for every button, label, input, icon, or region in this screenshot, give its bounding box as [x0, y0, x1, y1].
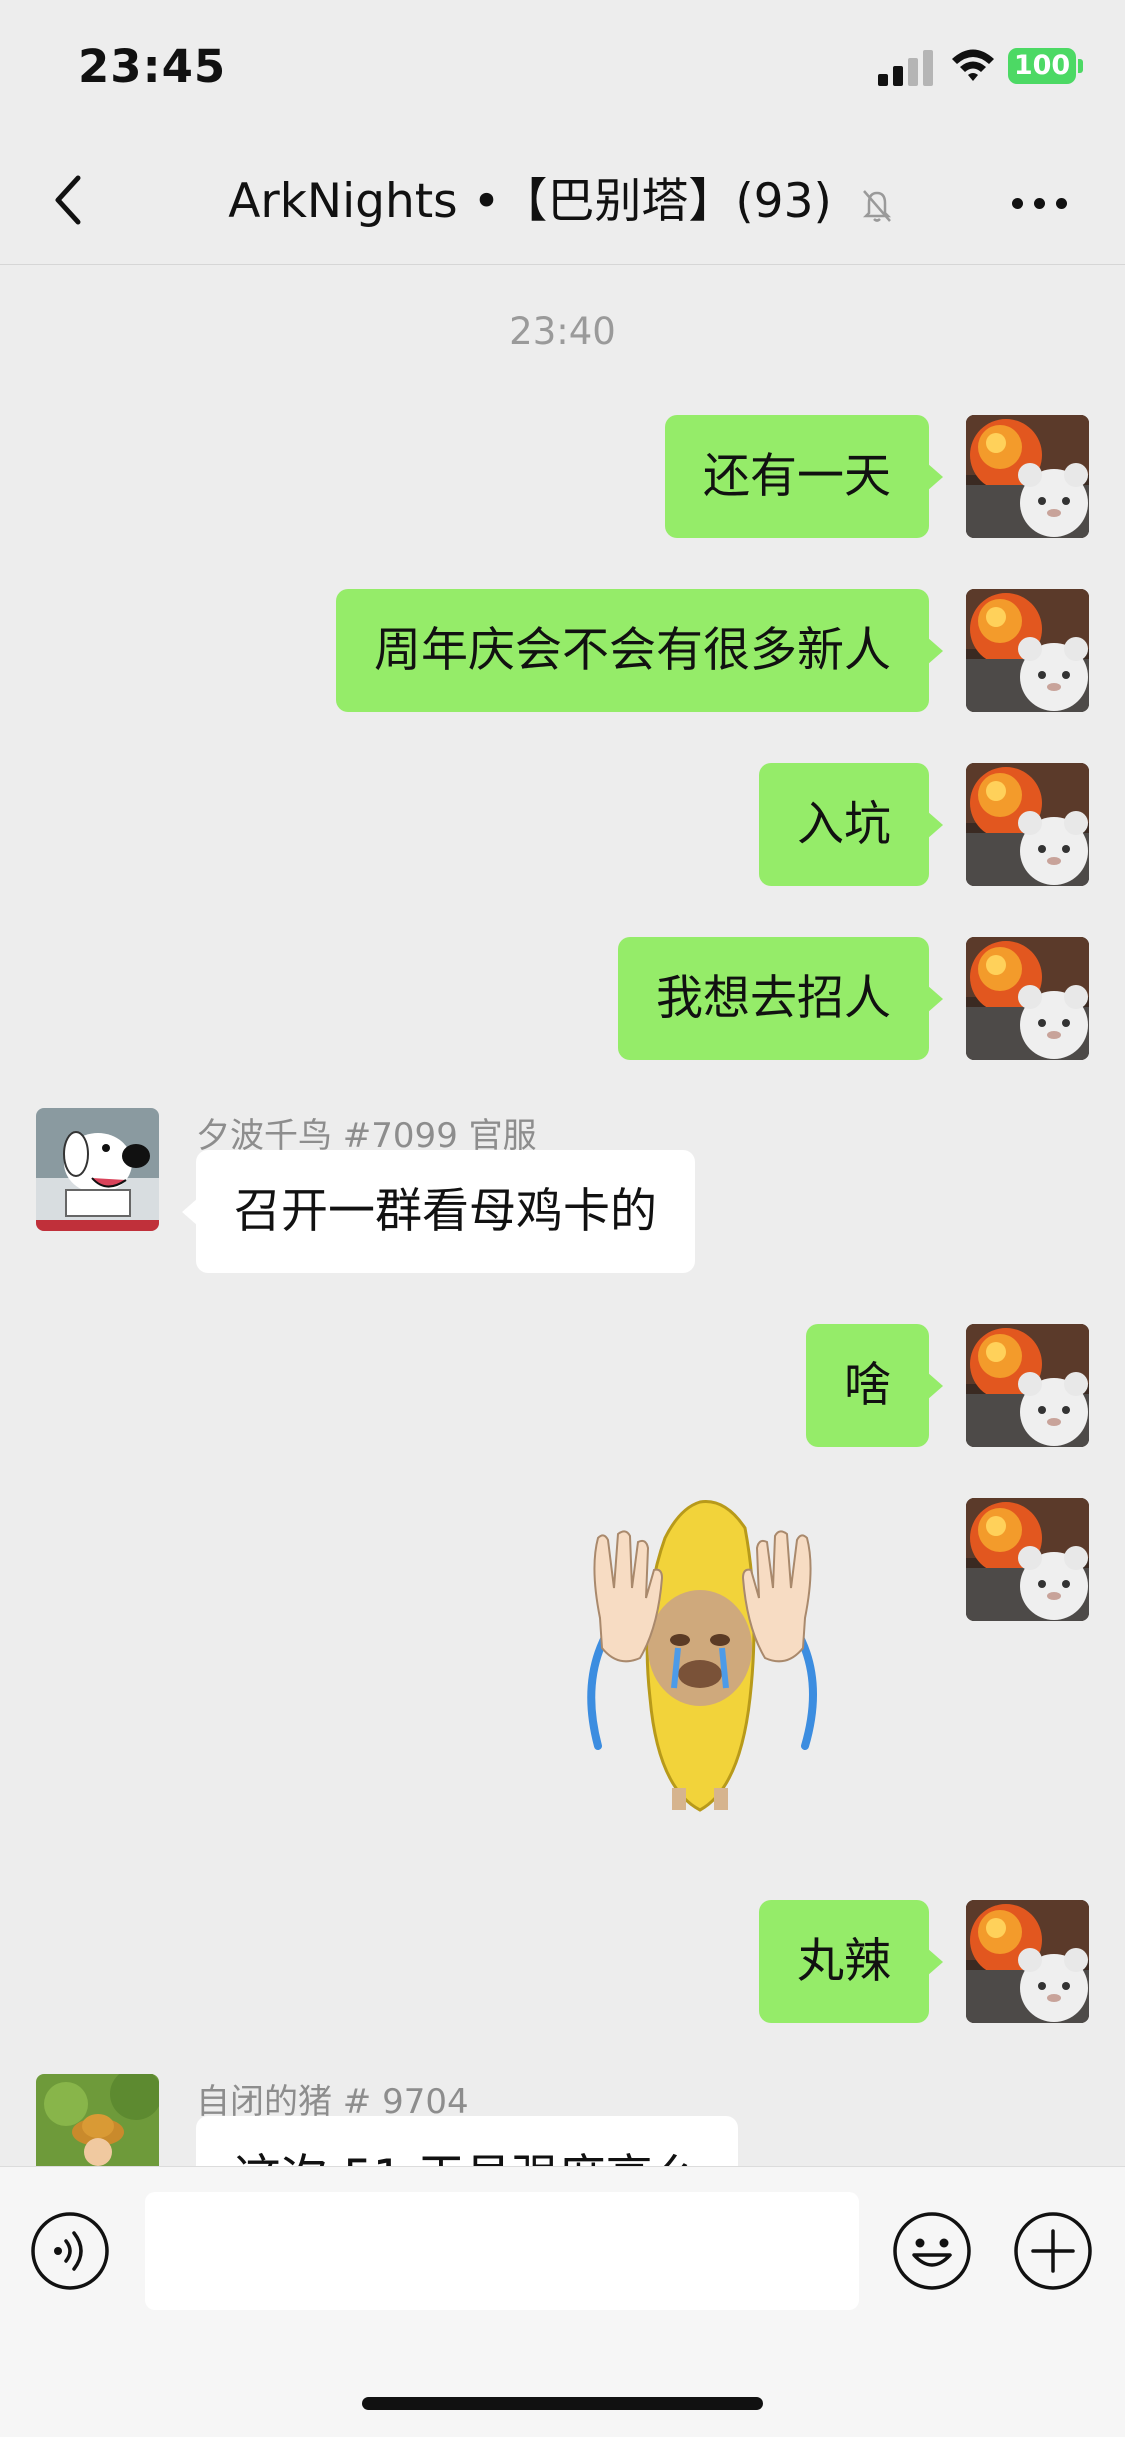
- wifi-icon: [952, 49, 994, 81]
- message-bubble[interactable]: 我想去招人: [618, 937, 943, 1060]
- message-bubble[interactable]: 啥: [806, 1324, 943, 1447]
- signal-icon: [878, 48, 934, 86]
- my-avatar[interactable]: [966, 937, 1089, 1060]
- message-bubble[interactable]: 还有一天: [665, 415, 943, 538]
- my-avatar[interactable]: [966, 763, 1089, 886]
- my-avatar[interactable]: [966, 1324, 1089, 1447]
- status-bar: 23:45 100: [0, 0, 1125, 140]
- muted-bell-icon: [862, 189, 891, 222]
- sender-avatar[interactable]: [36, 1108, 159, 1231]
- home-indicator: [362, 2397, 763, 2410]
- voice-input-icon[interactable]: [30, 2211, 110, 2291]
- input-bar: [0, 2166, 1125, 2437]
- my-avatar[interactable]: [966, 1900, 1089, 2023]
- my-avatar[interactable]: [966, 1498, 1089, 1621]
- message-bubble[interactable]: 召开一群看母鸡卡的: [182, 1150, 695, 1273]
- plus-icon[interactable]: [1013, 2211, 1093, 2291]
- more-options-icon[interactable]: [1010, 192, 1070, 212]
- message-bubble[interactable]: 丸辣: [759, 1900, 943, 2023]
- message-bubble[interactable]: 周年庆会不会有很多新人: [336, 589, 943, 712]
- banana-cat-sticker[interactable]: [540, 1498, 870, 1828]
- my-avatar[interactable]: [966, 415, 1089, 538]
- battery-indicator: 100: [1008, 48, 1083, 84]
- message-input[interactable]: [145, 2192, 859, 2310]
- chat-title[interactable]: ArkNights •【巴别塔】(93): [228, 140, 832, 264]
- emoji-icon[interactable]: [892, 2211, 972, 2291]
- chat-header: ArkNights •【巴别塔】(93): [0, 140, 1125, 265]
- my-avatar[interactable]: [966, 589, 1089, 712]
- chat-timestamp: 23:40: [509, 310, 616, 353]
- status-time: 23:45: [78, 40, 227, 93]
- message-bubble[interactable]: 入坑: [759, 763, 943, 886]
